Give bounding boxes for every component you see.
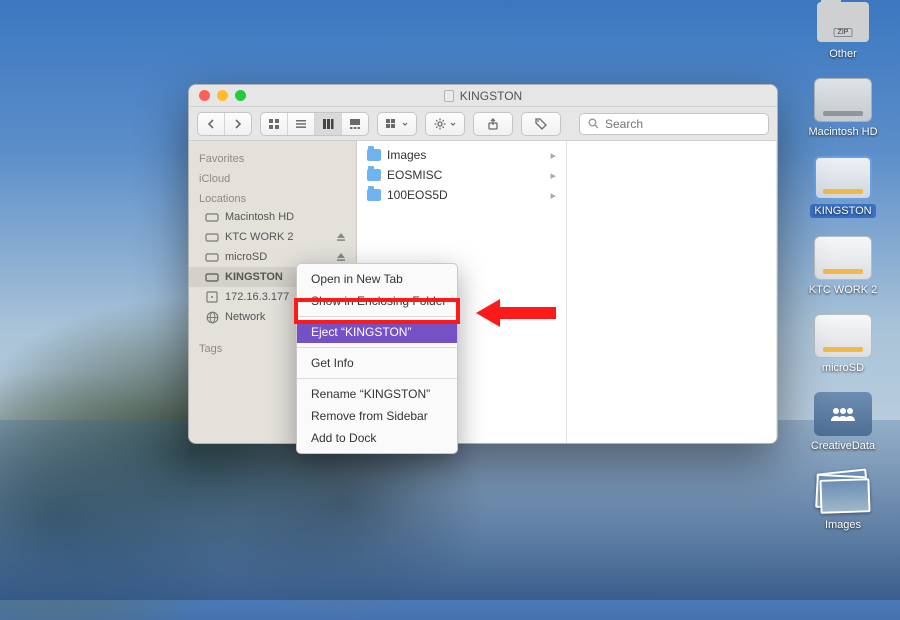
external-drive-icon	[814, 156, 872, 200]
external-drive-icon	[205, 270, 219, 284]
gear-icon	[434, 118, 446, 130]
tags-button[interactable]	[521, 112, 561, 136]
chevron-right-icon: ▸	[550, 149, 556, 162]
sidebar-item-label: KINGSTON	[225, 271, 283, 283]
menu-get-info[interactable]: Get Info	[297, 352, 457, 374]
finder-body: Favorites iCloud Locations Macintosh HD …	[189, 141, 777, 443]
globe-icon	[205, 310, 219, 324]
window-title: KINGSTON	[189, 89, 777, 103]
forward-button[interactable]	[225, 113, 251, 135]
finder-window[interactable]: KINGSTON Favorites iCloud Locations	[188, 84, 778, 444]
shared-drive-icon	[814, 392, 872, 436]
folder-label: EOSMISC	[387, 168, 442, 182]
eject-icon[interactable]	[336, 232, 346, 242]
window-titlebar[interactable]: KINGSTON	[189, 85, 777, 107]
share-icon	[488, 118, 498, 130]
desktop-icon-label: CreativeData	[811, 440, 875, 452]
search-field[interactable]	[579, 113, 769, 135]
window-title-text: KINGSTON	[460, 89, 522, 103]
desktop-icon-label: KINGSTON	[810, 204, 875, 218]
menu-add-dock[interactable]: Add to Dock	[297, 427, 457, 449]
desktop-icon-label: Images	[825, 519, 861, 531]
desktop-icon-other[interactable]: ZIP Other	[814, 0, 872, 60]
server-icon	[205, 290, 219, 304]
back-button[interactable]	[198, 113, 225, 135]
nav-back-forward	[197, 112, 252, 136]
zip-folder-icon: ZIP	[814, 0, 872, 44]
desktop-icons-column: ZIP Other Macintosh HD KINGSTON KTC WORK…	[800, 0, 886, 531]
sidebar-item-label: KTC WORK 2	[225, 231, 293, 243]
chevron-right-icon: ▸	[550, 169, 556, 182]
menu-remove-sidebar[interactable]: Remove from Sidebar	[297, 405, 457, 427]
folder-label: 100EOS5D	[387, 188, 448, 202]
sidebar-item-macintosh-hd[interactable]: Macintosh HD	[189, 207, 356, 227]
desktop-icon-label: KTC WORK 2	[809, 284, 877, 296]
sidebar-item-label: Network	[225, 311, 265, 323]
usb-drive-icon	[444, 90, 454, 102]
view-icons-button[interactable]	[261, 113, 288, 135]
desktop-icon-images-stack[interactable]: Images	[814, 471, 872, 531]
desktop-icon-microsd[interactable]: microSD	[814, 314, 872, 374]
internal-drive-icon	[814, 78, 872, 122]
desktop-icon-label: Other	[829, 48, 857, 60]
menu-eject[interactable]: Eject “KINGSTON”	[297, 321, 457, 343]
zip-badge: ZIP	[834, 28, 853, 37]
sidebar-section-favorites: Favorites	[189, 147, 356, 167]
column-2[interactable]	[567, 141, 777, 443]
external-drive-icon	[814, 236, 872, 280]
menu-show-enclosing[interactable]: Show in Enclosing Folder	[297, 290, 457, 312]
search-input[interactable]	[605, 117, 760, 131]
desktop-icon-ktc-work-2[interactable]: KTC WORK 2	[809, 236, 877, 296]
desktop-icon-kingston[interactable]: KINGSTON	[810, 156, 875, 218]
chevron-right-icon: ▸	[550, 189, 556, 202]
list-item[interactable]: 100EOS5D ▸	[357, 185, 566, 205]
folder-label: Images	[387, 148, 426, 162]
tag-icon	[535, 118, 547, 130]
share-button[interactable]	[473, 112, 513, 136]
menu-separator	[297, 316, 457, 317]
desktop-icon-label: Macintosh HD	[808, 126, 877, 138]
sidebar-section-icloud: iCloud	[189, 167, 356, 187]
arrange-button[interactable]	[377, 112, 417, 136]
view-columns-button[interactable]	[315, 113, 342, 135]
action-menu-button[interactable]	[425, 112, 465, 136]
image-stack-icon	[814, 471, 872, 515]
sidebar-item-label: 172.16.3.177	[225, 291, 289, 303]
sidebar-item-label: Macintosh HD	[225, 211, 294, 223]
folder-icon	[367, 169, 381, 181]
sidebar-item-label: microSD	[225, 251, 267, 263]
view-mode-segment	[260, 112, 369, 136]
sidebar-item-ktc-work-2[interactable]: KTC WORK 2	[189, 227, 356, 247]
desktop-icon-macintosh-hd[interactable]: Macintosh HD	[808, 78, 877, 138]
search-icon	[588, 118, 599, 129]
menu-separator	[297, 378, 457, 379]
menu-rename[interactable]: Rename “KINGSTON”	[297, 383, 457, 405]
folder-icon	[367, 149, 381, 161]
view-gallery-button[interactable]	[342, 113, 368, 135]
finder-toolbar	[189, 107, 777, 141]
internal-drive-icon	[205, 210, 219, 224]
chevron-down-icon	[402, 122, 408, 126]
external-drive-icon	[814, 314, 872, 358]
folder-icon	[367, 189, 381, 201]
view-list-button[interactable]	[288, 113, 315, 135]
eject-icon[interactable]	[336, 252, 346, 262]
menu-open-new-tab[interactable]: Open in New Tab	[297, 268, 457, 290]
list-item[interactable]: EOSMISC ▸	[357, 165, 566, 185]
sidebar-section-locations: Locations	[189, 187, 356, 207]
list-item[interactable]: Images ▸	[357, 145, 566, 165]
chevron-down-icon	[450, 122, 456, 126]
menu-separator	[297, 347, 457, 348]
context-menu: Open in New Tab Show in Enclosing Folder…	[296, 263, 458, 454]
external-drive-icon	[205, 250, 219, 264]
external-drive-icon	[205, 230, 219, 244]
desktop-icon-creativedata[interactable]: CreativeData	[811, 392, 875, 452]
desktop-icon-label: microSD	[822, 362, 864, 374]
